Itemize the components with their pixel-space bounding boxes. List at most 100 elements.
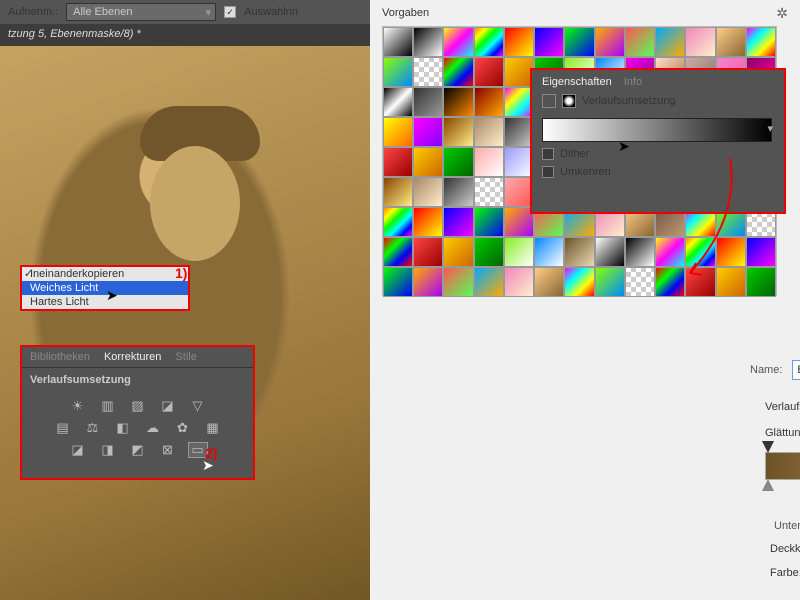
swatch[interactable] bbox=[413, 147, 443, 177]
swatch[interactable] bbox=[595, 237, 625, 267]
blend-mode-menu[interactable]: Ineinanderkopieren Weiches Licht Hartes … bbox=[20, 265, 190, 311]
balance-icon[interactable]: ⚖ bbox=[83, 420, 103, 436]
swatch[interactable] bbox=[595, 267, 625, 297]
vibrance-icon[interactable]: ▤ bbox=[53, 420, 73, 436]
selcolor-icon[interactable]: ⊠ bbox=[158, 442, 178, 458]
exposure-icon[interactable]: ◪ bbox=[158, 398, 178, 414]
swatch[interactable] bbox=[746, 27, 776, 57]
swatch[interactable] bbox=[474, 267, 504, 297]
swatch[interactable] bbox=[413, 237, 443, 267]
photo-filter-icon[interactable]: ☁ bbox=[143, 420, 163, 436]
swatch[interactable] bbox=[443, 267, 473, 297]
swatch[interactable] bbox=[383, 57, 413, 87]
swatch[interactable] bbox=[413, 117, 443, 147]
lut-icon[interactable]: ▦ bbox=[203, 420, 223, 436]
swatch[interactable] bbox=[383, 207, 413, 237]
swatch[interactable] bbox=[383, 267, 413, 297]
name-label: Name: bbox=[750, 364, 782, 376]
swatch[interactable] bbox=[383, 147, 413, 177]
swatch[interactable] bbox=[474, 147, 504, 177]
swatch[interactable] bbox=[383, 117, 413, 147]
swatch[interactable] bbox=[474, 237, 504, 267]
swatch[interactable] bbox=[504, 237, 534, 267]
swatch[interactable] bbox=[443, 147, 473, 177]
tab-eigenschaften[interactable]: Eigenschaften bbox=[542, 76, 612, 88]
swatch[interactable] bbox=[564, 237, 594, 267]
swatch[interactable] bbox=[413, 267, 443, 297]
swatch[interactable] bbox=[534, 237, 564, 267]
invert-icon[interactable]: ◪ bbox=[68, 442, 88, 458]
swatch[interactable] bbox=[474, 117, 504, 147]
swatch[interactable] bbox=[746, 237, 776, 267]
swatch[interactable] bbox=[564, 27, 594, 57]
gradient-editor-strip[interactable] bbox=[765, 452, 800, 480]
swatch[interactable] bbox=[383, 237, 413, 267]
tab-info[interactable]: Info bbox=[624, 76, 642, 88]
levels-icon[interactable]: ▥ bbox=[98, 398, 118, 414]
tab-stile[interactable]: Stile bbox=[175, 351, 196, 363]
curves-icon[interactable]: ▨ bbox=[128, 398, 148, 414]
bw-icon[interactable]: ◧ bbox=[113, 420, 133, 436]
swatch[interactable] bbox=[504, 27, 534, 57]
swatch[interactable] bbox=[655, 267, 685, 297]
swatch[interactable] bbox=[413, 27, 443, 57]
swatch[interactable] bbox=[655, 27, 685, 57]
swatch[interactable] bbox=[413, 57, 443, 87]
swatch[interactable] bbox=[685, 27, 715, 57]
swatch[interactable] bbox=[443, 87, 473, 117]
swatch[interactable] bbox=[443, 207, 473, 237]
swatch[interactable] bbox=[534, 267, 564, 297]
posterize-icon[interactable]: ◨ bbox=[98, 442, 118, 458]
swatch[interactable] bbox=[474, 207, 504, 237]
auswahl-checkbox[interactable]: ✓ bbox=[224, 6, 236, 18]
swatch[interactable] bbox=[655, 237, 685, 267]
opacity-stop[interactable] bbox=[762, 441, 774, 453]
swatch[interactable] bbox=[625, 267, 655, 297]
mask-icon[interactable] bbox=[542, 94, 556, 108]
swatch[interactable] bbox=[474, 27, 504, 57]
blend-ineinander[interactable]: Ineinanderkopieren bbox=[22, 267, 188, 281]
swatch[interactable] bbox=[474, 57, 504, 87]
swatch[interactable] bbox=[383, 177, 413, 207]
color-stop[interactable] bbox=[762, 479, 774, 491]
swatch[interactable] bbox=[474, 177, 504, 207]
swatch[interactable] bbox=[716, 237, 746, 267]
layer-select[interactable]: Alle Ebenen bbox=[66, 3, 216, 21]
swatch[interactable] bbox=[443, 27, 473, 57]
swatch[interactable] bbox=[443, 177, 473, 207]
document-tab[interactable]: tzung 5, Ebenenmaske/8) * bbox=[0, 24, 370, 46]
mixer-icon[interactable]: ✿ bbox=[173, 420, 193, 436]
swatch[interactable] bbox=[595, 27, 625, 57]
brightness-icon[interactable]: ☀ bbox=[68, 398, 88, 414]
threshold-icon[interactable]: ◩ bbox=[128, 442, 148, 458]
swatch[interactable] bbox=[685, 237, 715, 267]
tab-korrekturen[interactable]: Korrekturen bbox=[104, 351, 161, 363]
swatch[interactable] bbox=[443, 57, 473, 87]
swatch[interactable] bbox=[746, 267, 776, 297]
swatch[interactable] bbox=[625, 27, 655, 57]
swatch[interactable] bbox=[716, 267, 746, 297]
swatch[interactable] bbox=[716, 27, 746, 57]
swatch[interactable] bbox=[474, 87, 504, 117]
swatch[interactable] bbox=[564, 267, 594, 297]
swatch[interactable] bbox=[413, 177, 443, 207]
swatch[interactable] bbox=[413, 207, 443, 237]
dither-checkbox[interactable] bbox=[542, 148, 554, 160]
tab-bibliotheken[interactable]: Bibliotheken bbox=[30, 351, 90, 363]
swatch[interactable] bbox=[685, 267, 715, 297]
chevron-down-icon[interactable]: ▽ bbox=[188, 398, 208, 414]
blend-weiches-licht[interactable]: Weiches Licht bbox=[22, 281, 188, 295]
gradient-name-input[interactable] bbox=[792, 360, 800, 380]
swatch[interactable] bbox=[534, 27, 564, 57]
swatch[interactable] bbox=[504, 267, 534, 297]
swatch[interactable] bbox=[443, 237, 473, 267]
swatch[interactable] bbox=[383, 27, 413, 57]
reverse-checkbox[interactable] bbox=[542, 166, 554, 178]
gradient-preview[interactable] bbox=[542, 118, 772, 142]
gear-icon[interactable]: ✲ bbox=[776, 5, 788, 22]
swatch[interactable] bbox=[625, 237, 655, 267]
swatch[interactable] bbox=[413, 87, 443, 117]
blend-hartes-licht[interactable]: Hartes Licht bbox=[22, 295, 188, 309]
swatch[interactable] bbox=[443, 117, 473, 147]
swatch[interactable] bbox=[383, 87, 413, 117]
